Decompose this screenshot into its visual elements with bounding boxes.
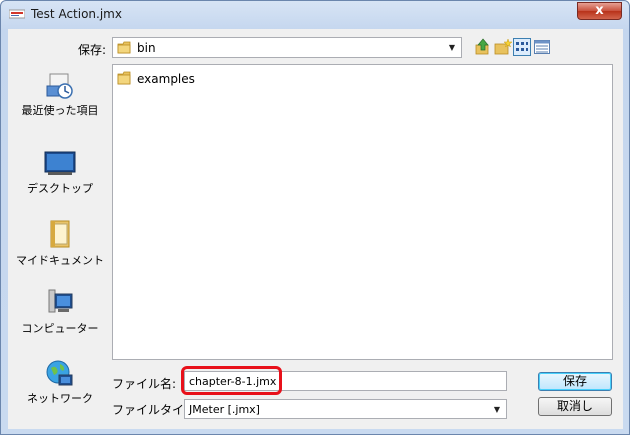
place-desktop[interactable]: デスクトップ	[11, 149, 109, 195]
folder-icon	[117, 41, 131, 54]
save-button[interactable]: 保存	[538, 372, 612, 391]
chevron-down-icon[interactable]: ▼	[444, 39, 460, 56]
filetype-value: JMeter [.jmx]	[189, 403, 260, 416]
save-dialog-window: Test Action.jmx x 保存: bin ▼ 最近使った項目 デスクト…	[0, 0, 630, 435]
places-bar: 最近使った項目 デスクトップ マイドキュメント コンピューター ネットワーク	[11, 61, 109, 421]
java-app-icon	[9, 9, 25, 19]
desktop-icon	[44, 151, 76, 175]
my-documents-icon	[50, 220, 70, 248]
place-label: デスクトップ	[27, 182, 93, 195]
file-name: examples	[137, 72, 195, 86]
save-in-label: 保存:	[78, 43, 107, 57]
cancel-button[interactable]: 取消し	[538, 397, 612, 416]
recent-items-icon	[46, 73, 73, 99]
place-recent-items[interactable]: 最近使った項目	[11, 71, 109, 117]
up-folder-icon[interactable]	[474, 38, 492, 56]
place-label: ネットワーク	[27, 392, 93, 405]
chevron-down-icon[interactable]: ▼	[489, 401, 505, 418]
computer-icon	[48, 289, 73, 313]
place-network[interactable]: ネットワーク	[11, 359, 109, 405]
view-menu-icon[interactable]	[513, 38, 531, 56]
filename-label: ファイル名:	[112, 377, 177, 391]
details-view-icon[interactable]	[533, 38, 551, 56]
save-in-value: bin	[137, 41, 156, 55]
place-label: コンピューター	[21, 322, 99, 335]
place-my-documents[interactable]: マイドキュメント	[11, 219, 109, 267]
new-folder-icon[interactable]	[494, 38, 512, 56]
annotation-highlight	[181, 366, 282, 395]
file-list[interactable]: examples	[112, 64, 613, 360]
title-bar[interactable]: Test Action.jmx x	[1, 1, 629, 29]
place-label: 最近使った項目	[21, 104, 99, 117]
filetype-dropdown[interactable]: JMeter [.jmx] ▼	[184, 399, 507, 419]
folder-icon	[117, 71, 131, 85]
network-icon	[46, 360, 73, 386]
dialog-body: 保存: bin ▼ 最近使った項目 デスクトップ マイドキュメント コンピュータ…	[8, 29, 623, 429]
close-button[interactable]: x	[577, 2, 622, 20]
place-label: マイドキュメント	[16, 254, 104, 267]
save-in-dropdown[interactable]: bin ▼	[112, 37, 462, 58]
place-computer[interactable]: コンピューター	[11, 289, 109, 335]
window-title: Test Action.jmx	[31, 7, 122, 21]
